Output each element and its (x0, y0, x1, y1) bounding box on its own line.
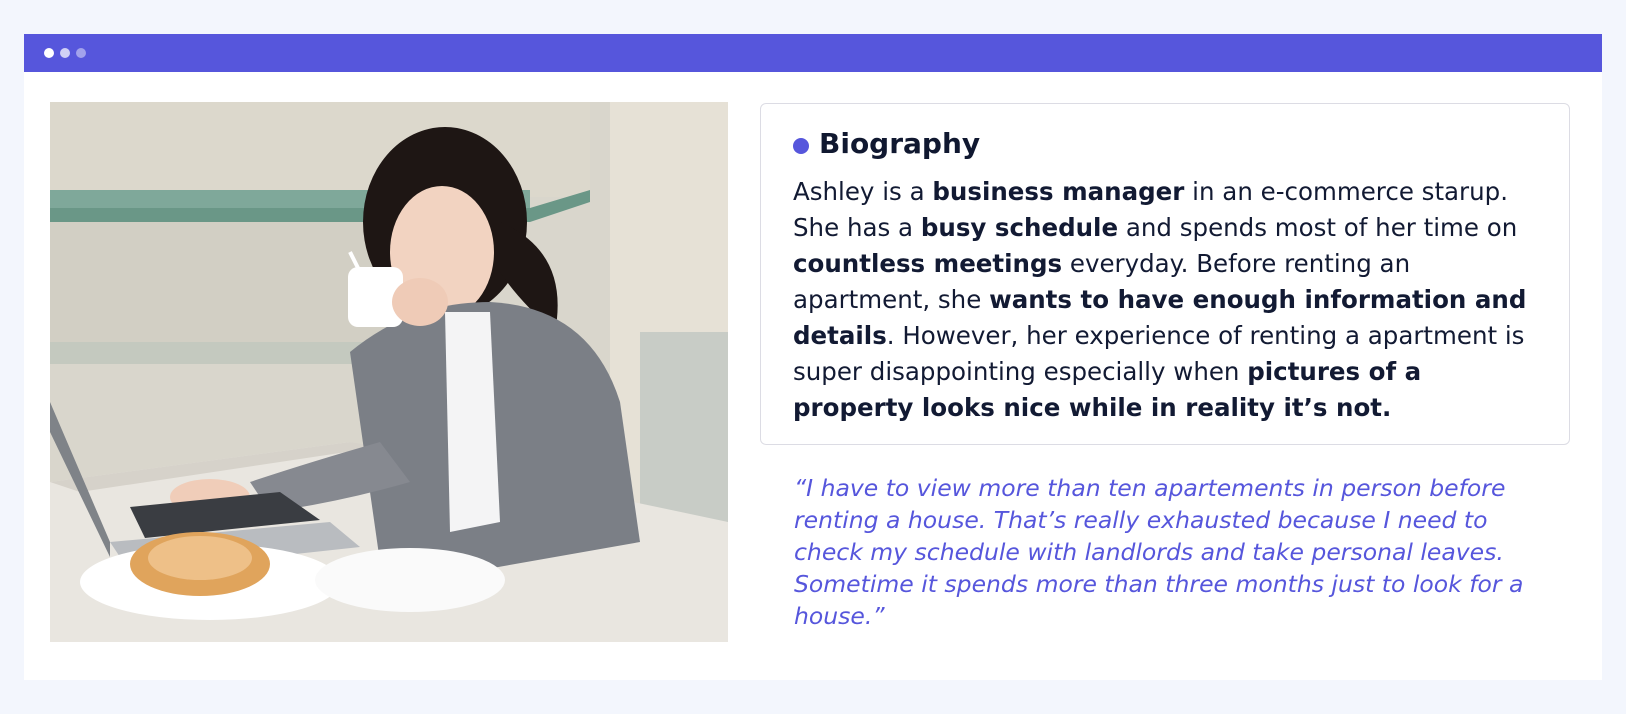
window-dot-3[interactable] (76, 48, 86, 58)
biography-segment: and spends most of her time on (1118, 213, 1518, 242)
biography-title: Biography (819, 127, 981, 160)
persona-photo (50, 102, 728, 642)
bullet-dot-icon (793, 138, 809, 154)
window-dot-1[interactable] (44, 48, 54, 58)
biography-highlight: business manager (932, 177, 1185, 206)
biography-segment: Ashley is a (793, 177, 933, 206)
window-dot-2[interactable] (60, 48, 70, 58)
biography-panel: Biography Ashley is a business manager i… (760, 103, 1570, 445)
biography-text: Ashley is a business manager in an e-com… (793, 174, 1548, 426)
persona-quote: “I have to view more than ten apartement… (794, 474, 1524, 630)
biography-highlight: countless meetings (793, 249, 1063, 278)
persona-photo-illustration (50, 102, 728, 642)
window-title-bar (24, 34, 1602, 72)
persona-card: Biography Ashley is a business manager i… (24, 34, 1602, 680)
biography-highlight: busy schedule (920, 213, 1119, 242)
